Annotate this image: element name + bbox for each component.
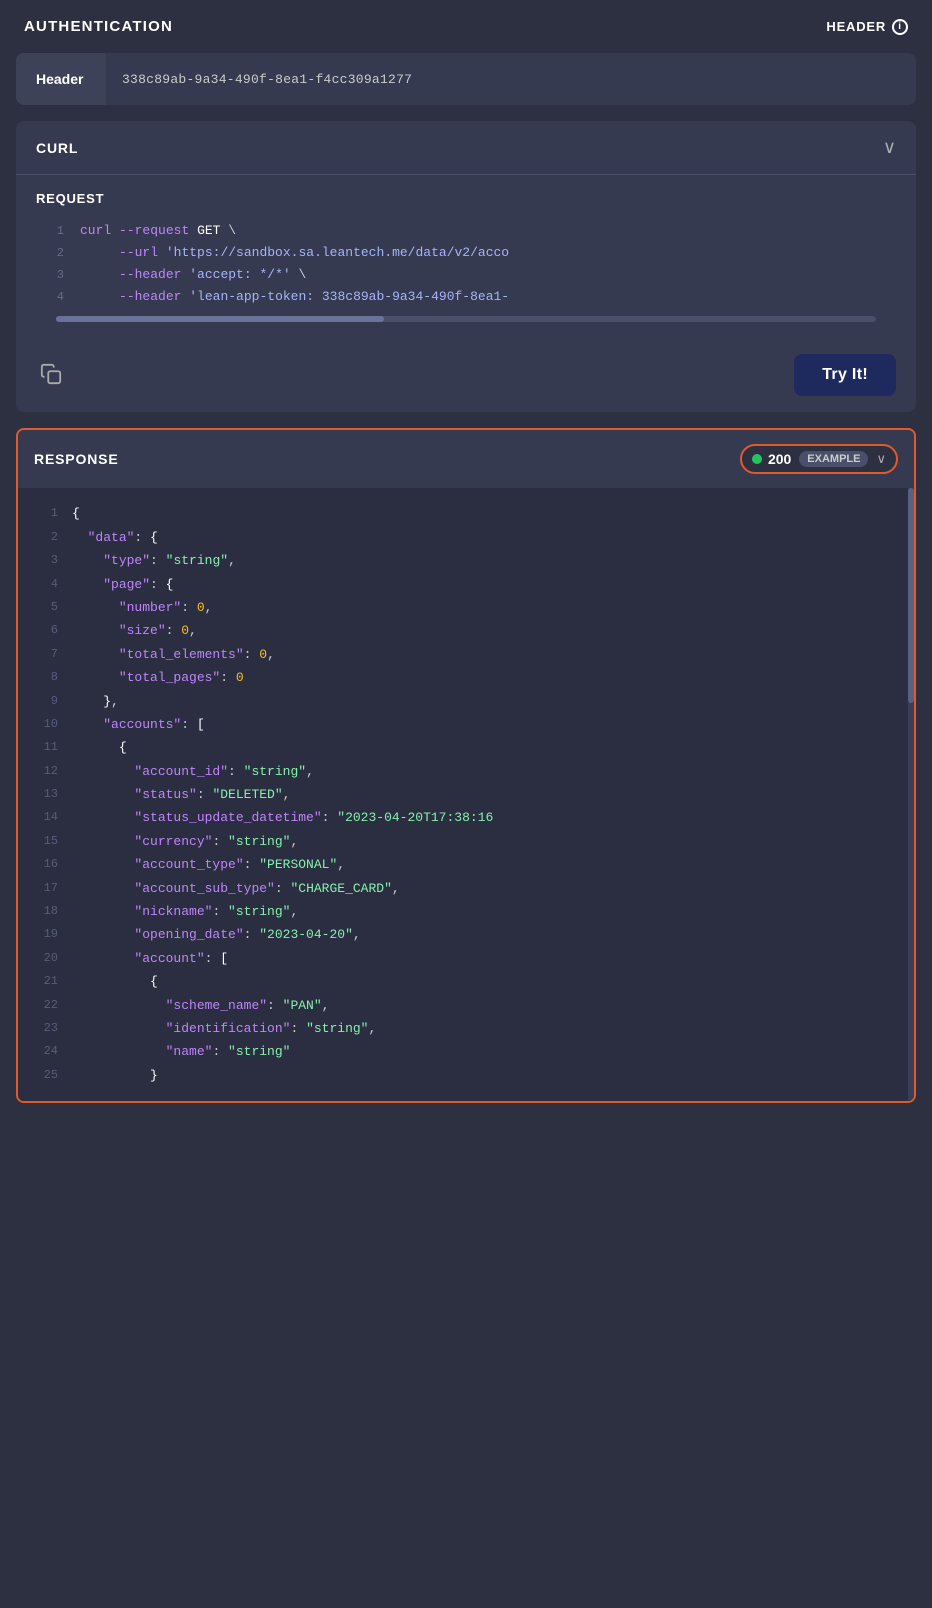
json-line-16: 16 "account_type": "PERSONAL",: [26, 853, 906, 876]
copy-icon: [40, 363, 62, 385]
header-label: HEADER: [826, 19, 886, 34]
json-line-21: 21 {: [26, 970, 906, 993]
chevron-down-icon: ∨: [883, 137, 896, 158]
json-line-24: 24 "name": "string": [26, 1040, 906, 1063]
json-line-14: 14 "status_update_datetime": "2023-04-20…: [26, 806, 906, 829]
line-num-3: 3: [36, 264, 64, 285]
json-line-20: 20 "account": [: [26, 947, 906, 970]
curl-section: CURL ∨ REQUEST 1 curl --request GET \ 2 …: [16, 121, 916, 412]
json-response-block: 1 { 2 "data": { 3 "type": "string", 4 "p…: [18, 488, 914, 1101]
request-title: REQUEST: [36, 191, 896, 206]
json-line-8: 8 "total_pages": 0: [26, 666, 906, 689]
line-num-1: 1: [36, 220, 64, 241]
response-title: RESPONSE: [34, 451, 119, 467]
json-line-22: 22 "scheme_name": "PAN",: [26, 994, 906, 1017]
dropdown-arrow-icon: ∨: [876, 451, 886, 467]
code-block: 1 curl --request GET \ 2 --url 'https://…: [36, 220, 896, 308]
code-content-2: --url 'https://sandbox.sa.leantech.me/da…: [80, 242, 509, 264]
info-icon[interactable]: i: [892, 19, 908, 35]
token-value: 338c89ab-9a34-490f-8ea1-f4cc309a1277: [106, 54, 428, 105]
line-num-2: 2: [36, 242, 64, 263]
json-line-12: 12 "account_id": "string",: [26, 760, 906, 783]
code-line-4: 4 --header 'lean-app-token: 338c89ab-9a3…: [36, 286, 896, 308]
json-line-13: 13 "status": "DELETED",: [26, 783, 906, 806]
json-line-4: 4 "page": {: [26, 573, 906, 596]
code-content-3: --header 'accept: */*' \: [80, 264, 306, 286]
json-line-3: 3 "type": "string",: [26, 549, 906, 572]
try-it-button[interactable]: Try It!: [794, 354, 896, 396]
json-line-17: 17 "account_sub_type": "CHARGE_CARD",: [26, 877, 906, 900]
json-line-19: 19 "opening_date": "2023-04-20",: [26, 923, 906, 946]
json-line-7: 7 "total_elements": 0,: [26, 643, 906, 666]
toolbar: Try It!: [16, 342, 916, 412]
code-line-1: 1 curl --request GET \: [36, 220, 896, 242]
request-section: REQUEST 1 curl --request GET \ 2 --url '…: [16, 175, 916, 342]
response-status-selector[interactable]: 200 EXAMPLE ∨: [740, 444, 898, 474]
response-section: RESPONSE 200 EXAMPLE ∨ 1 { 2 "data": { 3…: [16, 428, 916, 1103]
curl-title: CURL: [36, 140, 78, 156]
status-dot: [752, 454, 762, 464]
code-line-3: 3 --header 'accept: */*' \: [36, 264, 896, 286]
scrollbar-thumb: [56, 316, 384, 322]
json-line-1: 1 {: [26, 502, 906, 525]
line-num-4: 4: [36, 286, 64, 307]
json-line-2: 2 "data": {: [26, 526, 906, 549]
json-line-18: 18 "nickname": "string",: [26, 900, 906, 923]
code-line-2: 2 --url 'https://sandbox.sa.leantech.me/…: [36, 242, 896, 264]
code-content-4: --header 'lean-app-token: 338c89ab-9a34-…: [80, 286, 509, 308]
header-right: HEADER i: [826, 19, 908, 35]
copy-button[interactable]: [36, 359, 66, 392]
status-code: 200: [768, 451, 791, 467]
auth-header: AUTHENTICATION HEADER i: [0, 0, 932, 53]
json-line-6: 6 "size": 0,: [26, 619, 906, 642]
json-line-23: 23 "identification": "string",: [26, 1017, 906, 1040]
example-badge: EXAMPLE: [799, 451, 868, 467]
vertical-scrollbar[interactable]: [908, 488, 914, 1101]
json-line-10: 10 "accounts": [: [26, 713, 906, 736]
auth-title: AUTHENTICATION: [24, 18, 173, 35]
curl-header[interactable]: CURL ∨: [16, 121, 916, 174]
json-line-25: 25 }: [26, 1064, 906, 1087]
token-label: Header: [16, 53, 106, 105]
response-header: RESPONSE 200 EXAMPLE ∨: [18, 430, 914, 488]
token-section: Header 338c89ab-9a34-490f-8ea1-f4cc309a1…: [16, 53, 916, 105]
code-content-1: curl --request GET \: [80, 220, 236, 242]
json-line-11: 11 {: [26, 736, 906, 759]
json-line-9: 9 },: [26, 690, 906, 713]
scrollbar-thumb: [908, 488, 914, 702]
json-line-15: 15 "currency": "string",: [26, 830, 906, 853]
json-line-5: 5 "number": 0,: [26, 596, 906, 619]
horizontal-scrollbar[interactable]: [56, 316, 876, 322]
